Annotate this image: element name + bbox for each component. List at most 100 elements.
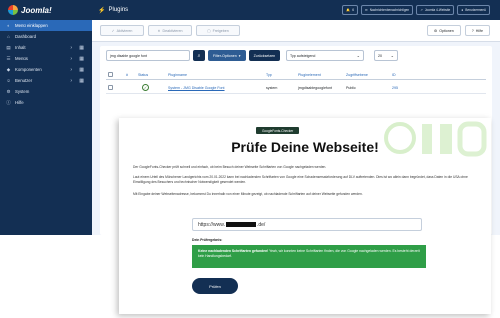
site-link-button[interactable]: ↗ Joomla 4-Website bbox=[416, 5, 455, 15]
check-button[interactable]: Prüfen bbox=[192, 278, 238, 294]
sidebar: Joomla! ◐ Menü einklappen ⌂ Dashboard ▤ … bbox=[0, 0, 92, 235]
checker-badge: GoogleFonts-Checker bbox=[256, 127, 300, 134]
file-icon: ▤ bbox=[6, 44, 11, 50]
sidebar-item-label: Komponenten bbox=[15, 67, 42, 72]
checkbox-box bbox=[108, 85, 113, 90]
grid-icon[interactable]: ▦ bbox=[79, 78, 84, 84]
col-status[interactable]: Status bbox=[138, 70, 148, 79]
grid-icon[interactable]: ▦ bbox=[79, 45, 84, 51]
bell-icon: 🔔 bbox=[346, 8, 351, 12]
instruction-paragraph: Mit Eingabe deiner Webseitenadresse, bek… bbox=[133, 192, 363, 196]
wrench-icon: ⚙ bbox=[6, 88, 11, 94]
deactivate-button[interactable]: ✕ Deaktivieren bbox=[148, 25, 192, 36]
chevron-down-icon: ⌄ bbox=[356, 53, 360, 58]
deactivate-label: Deaktivieren bbox=[162, 28, 183, 33]
header-actions: 🔔 6 ✉ Nachrichtenbenachrichtigen ↗ Jooml… bbox=[342, 5, 490, 15]
sidebar-item-help[interactable]: ⓘ Hilfe bbox=[0, 97, 92, 108]
chevron-right-icon: › bbox=[70, 44, 72, 51]
chevron-right-icon: › bbox=[70, 77, 72, 84]
help-button[interactable]: ? Hilfe bbox=[464, 25, 490, 36]
col-id[interactable]: ID bbox=[392, 70, 396, 79]
result-label: Dein Prüfergebnis: bbox=[192, 238, 223, 242]
table-row: ✓ System - JMG Disable Google Font syste… bbox=[106, 82, 486, 94]
sidebar-item-dashboard[interactable]: ⌂ Dashboard bbox=[0, 31, 92, 42]
activate-label: Aktivieren bbox=[116, 28, 133, 33]
sidebar-item-label: Menüs bbox=[15, 56, 28, 61]
notifications-count-button[interactable]: 🔔 6 bbox=[342, 5, 359, 15]
filter-options-button[interactable]: Filter-Optionen ▾ bbox=[208, 50, 246, 61]
checkbox-box bbox=[108, 72, 113, 77]
search-input[interactable]: jmg disable google font bbox=[106, 50, 190, 61]
cube-icon: ◆ bbox=[6, 66, 11, 72]
row-checkbox[interactable] bbox=[108, 82, 113, 93]
sidebar-item-label: Dashboard bbox=[15, 34, 37, 39]
page-title: ⚡ Plugins bbox=[98, 7, 128, 14]
options-label: Optionen bbox=[439, 28, 454, 33]
filter-options-label: Filter-Optionen bbox=[213, 53, 237, 58]
messages-button[interactable]: ✉ Nachrichtenbenachrichtigen bbox=[361, 5, 414, 15]
col-order[interactable]: # bbox=[126, 70, 128, 79]
sidebar-item-menus[interactable]: ☰ Menüs › ▦ bbox=[0, 53, 92, 64]
activate-button[interactable]: ✓ Aktivieren bbox=[100, 25, 144, 36]
sidebar-item-label: Hilfe bbox=[15, 100, 24, 105]
sidebar-item-content[interactable]: ▤ Inhalt › ▦ bbox=[0, 42, 92, 53]
url-suffix: .de/ bbox=[256, 221, 266, 228]
plugin-name: System - JMG Disable Google Font bbox=[168, 85, 225, 90]
user-icon: ● bbox=[461, 8, 464, 12]
reset-button[interactable]: Zurücksetzen bbox=[248, 50, 281, 61]
page-title-text: Plugins bbox=[108, 7, 129, 13]
check-icon: ✓ bbox=[111, 28, 115, 33]
col-element[interactable]: Pluginelement bbox=[298, 70, 321, 79]
sidebar-item-users[interactable]: ☺ Benutzer › ▦ bbox=[0, 75, 92, 86]
help-label: Hilfe bbox=[475, 28, 483, 33]
caret-down-icon: ▾ bbox=[238, 53, 241, 58]
status-toggle[interactable]: ✓ bbox=[142, 82, 149, 93]
release-button[interactable]: ▢ Freigeben bbox=[196, 25, 240, 36]
plugin-type: system bbox=[266, 85, 278, 90]
plugin-access: Public bbox=[346, 85, 356, 90]
col-name[interactable]: Pluginname bbox=[168, 70, 187, 79]
table-header: # Status Pluginname Typ Pluginelement Zu… bbox=[106, 70, 486, 80]
sort-select[interactable]: Typ aufsteigend ⌄ bbox=[286, 50, 364, 61]
header: ⚡ Plugins 🔔 6 ✉ Nachrichtenbenachrichtig… bbox=[92, 0, 500, 20]
sidebar-item-label: Benutzer bbox=[15, 78, 33, 83]
result-message: Keine nachladenden Schriftarten gefunden… bbox=[192, 245, 426, 268]
users-icon: ☺ bbox=[6, 78, 11, 83]
col-access[interactable]: Zugriffsebene bbox=[346, 70, 368, 79]
gear-icon: ⚙ bbox=[433, 28, 438, 33]
messages-label: Nachrichtenbenachrichtigen bbox=[369, 8, 410, 12]
plugin-element: jmgdisablegooglefont bbox=[298, 85, 332, 90]
url-input[interactable]: https://www. .de/ bbox=[192, 218, 422, 231]
sort-value: Typ aufsteigend bbox=[290, 53, 316, 58]
sidebar-item-label: System bbox=[15, 89, 30, 94]
select-all-checkbox[interactable] bbox=[108, 70, 113, 79]
sidebar-item-components[interactable]: ◆ Komponenten › ▦ bbox=[0, 64, 92, 75]
user-menu-button[interactable]: ● Benutzermenü bbox=[457, 5, 490, 15]
ruling-paragraph: Laut einem Urteil des Münchener Landgeri… bbox=[133, 175, 468, 184]
user-menu-label: Benutzermenü bbox=[465, 8, 486, 12]
fonts-checker-page: GoogleFonts-Checker Prüfe Deine Webseite… bbox=[119, 118, 491, 314]
logo: Joomla! bbox=[0, 0, 92, 20]
options-button[interactable]: ⚙ Optionen bbox=[426, 25, 461, 36]
col-type[interactable]: Typ bbox=[266, 70, 272, 79]
sidebar-item-system[interactable]: ⚙ System bbox=[0, 86, 92, 97]
grid-icon[interactable]: ▦ bbox=[79, 67, 84, 73]
sidebar-item-collapse[interactable]: ◐ Menü einklappen bbox=[0, 20, 92, 31]
url-prefix: https://www. bbox=[198, 221, 225, 228]
toolbar-right: ⚙ Optionen ? Hilfe bbox=[426, 25, 490, 36]
info-icon: ⓘ bbox=[6, 99, 11, 105]
check-circle-icon: ✓ bbox=[142, 84, 149, 91]
limit-select[interactable]: 20 ⌄ bbox=[374, 50, 398, 61]
plugin-id: 295 bbox=[392, 85, 398, 90]
plugin-name-link[interactable]: System - JMG Disable Google Font bbox=[168, 82, 225, 93]
close-icon: ✕ bbox=[157, 28, 161, 33]
grid-icon[interactable]: ▦ bbox=[79, 56, 84, 62]
intro-paragraph: Der GoogleFonts-Checker prüft schnell un… bbox=[133, 165, 327, 169]
search-tools: jmg disable google font ⌕ Filter-Optione… bbox=[106, 50, 281, 61]
redaction-bar bbox=[225, 222, 256, 227]
toggle-icon: ◐ bbox=[7, 23, 10, 28]
list-icon: ☰ bbox=[6, 55, 11, 61]
search-button[interactable]: ⌕ bbox=[193, 50, 205, 61]
chevron-right-icon: › bbox=[70, 55, 72, 62]
question-icon: ? bbox=[471, 28, 474, 33]
